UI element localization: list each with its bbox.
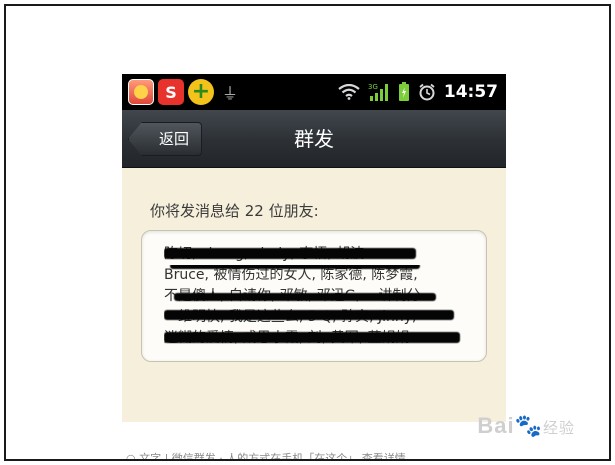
wifi-icon	[338, 84, 360, 100]
phone-screen: S + ⏚ 3G 14:57 群发 返回 你将发消息给 22 位朋友: Bruc…	[122, 74, 506, 422]
redaction-bar	[164, 248, 416, 259]
recipient-count-prompt: 你将发消息给 22 位朋友:	[150, 202, 319, 220]
recipient-line: 一维明快, 我是这些么, 5 Q, 孙宾, Jinny,	[164, 307, 466, 327]
status-time: 14:57	[443, 82, 498, 102]
security-plus-icon: +	[188, 79, 214, 105]
recipient-list-box[interactable]: 陈切, cheng, cindy, 李悟, 胡波 Bruce, 被情伤过的女人,…	[141, 230, 487, 362]
recipient-line: Bruce, 被情伤过的女人, 陈家德, 陈梦霞,	[164, 265, 466, 285]
usb-icon: ⏚	[222, 84, 239, 103]
screenshot-frame: S + ⏚ 3G 14:57 群发 返回 你将发消息给 22 位朋友: Bruc…	[4, 4, 611, 461]
svg-text:3G: 3G	[368, 83, 378, 91]
redaction-bar	[174, 293, 436, 301]
signal-3g-icon: 3G	[368, 82, 390, 102]
status-bar: S + ⏚ 3G 14:57	[122, 74, 506, 110]
calendar-app-icon	[128, 79, 154, 105]
redaction-bar	[164, 332, 460, 343]
alarm-icon	[418, 83, 436, 101]
battery-charging-icon	[398, 82, 410, 102]
back-button[interactable]: 返回	[128, 122, 202, 156]
title-bar: 群发 返回	[122, 110, 506, 168]
baidu-watermark: Bai🐾经验	[477, 413, 575, 438]
footer-caption: ○ 文字 | 微信群发 · 人的方式在手机「在这个」 查看详情	[126, 452, 406, 461]
recipient-line: 陈切, cheng, cindy, 李悟, 胡波	[164, 244, 466, 264]
redaction-bar	[164, 310, 454, 320]
recipient-line: 迷糊的爱情, 成思小霞, 刘, 黄军, 董娟娟	[164, 328, 466, 348]
sogou-input-icon: S	[158, 79, 184, 105]
redaction-bar	[170, 265, 420, 269]
recipient-line: 不是傻人, 白请你, 邓敏, 邓迅G, 一讲制分	[164, 286, 466, 306]
